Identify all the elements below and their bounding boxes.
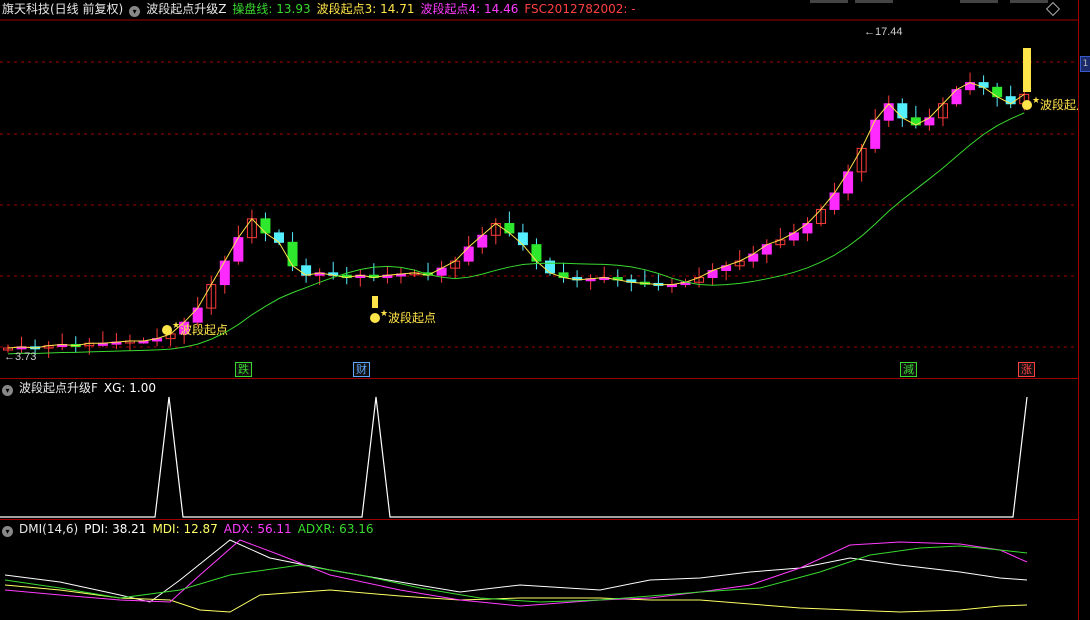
candle-body — [274, 232, 284, 243]
price-axis-strip — [1079, 0, 1090, 620]
ind2-value-2: ADX: 56.11 — [223, 522, 292, 536]
candle-body — [897, 103, 908, 119]
candle-body — [924, 117, 935, 126]
candle-body — [748, 253, 759, 262]
ma-line — [7, 112, 1025, 355]
indicator-name[interactable]: 波段起点升级Z — [146, 2, 226, 16]
event-tag-2[interactable]: 減 — [900, 362, 917, 377]
indicator-menu-icon[interactable]: ▾ — [2, 385, 13, 396]
ind2-value-1: MDI: 12.87 — [152, 522, 218, 536]
candle-body — [463, 246, 474, 262]
signal-star-icon: ★ — [380, 309, 388, 319]
ind1-title[interactable]: 波段起点升级F — [19, 381, 98, 395]
candle-body — [870, 119, 881, 149]
adxr-line — [4, 545, 1028, 603]
candle-body — [788, 232, 799, 241]
ind2-value-0: PDI: 38.21 — [84, 522, 147, 536]
xg-line — [0, 396, 1028, 518]
dmi-indicator-pane[interactable]: ▾ DMI(14,6) PDI: 38.21 MDI: 12.87 ADX: 56.11… — [0, 520, 1078, 620]
signal-star-icon: ★ — [1032, 96, 1040, 106]
indicator-menu-icon[interactable]: ▾ — [129, 6, 141, 17]
main-value-1: 波段起点3: 14.71 — [316, 2, 415, 16]
signal-bag-icon — [162, 325, 172, 335]
candle-body — [910, 117, 921, 126]
toolbar-tab[interactable] — [810, 0, 848, 3]
signal-bar — [372, 296, 378, 308]
toolbar-tab[interactable] — [855, 0, 893, 3]
main-value-2: 波段起点4: 14.46 — [420, 2, 519, 16]
candle-body — [301, 265, 312, 276]
top-toolbar-tabs — [810, 0, 1080, 3]
price-chart-pane[interactable]: ←17.44←3.73★波段起点★波段起点★波段起点 旗天科技(日线 前复权)▾… — [0, 0, 1078, 378]
candle-body — [802, 223, 813, 234]
high-price-label: ←17.44 — [864, 26, 903, 38]
candle-body — [219, 260, 230, 286]
main-value-0: 操盘线: 13.93 — [232, 2, 311, 16]
signal-label: 波段起点 — [388, 310, 436, 325]
indicator-menu-icon[interactable]: ▾ — [2, 526, 13, 537]
candle-body — [951, 89, 962, 105]
xg-signal-chart — [0, 396, 1028, 518]
signal-label: 波段起点 — [1040, 97, 1078, 112]
candle-body — [992, 86, 1003, 98]
candle-body — [531, 244, 542, 262]
candle-body — [287, 241, 298, 267]
event-tag-1[interactable]: 财 — [353, 362, 370, 377]
toolbar-tab[interactable] — [960, 0, 998, 3]
toolbar-tab[interactable] — [1010, 0, 1048, 3]
main-header: 旗天科技(日线 前复权) ▾ 波段起点升级Z 操盘线: 13.93 波段起点3: 14.… — [2, 1, 648, 17]
signal-label: 波段起点 — [180, 322, 228, 337]
candle-body — [260, 218, 271, 234]
mdi-line — [4, 584, 1028, 613]
candle-body — [843, 171, 854, 194]
ind2-header: ▾ DMI(14,6) PDI: 38.21 MDI: 12.87 ADX: 56.11… — [2, 521, 386, 537]
main-value-3: FSC2012782002: - — [524, 2, 636, 16]
candle-body — [233, 237, 244, 262]
ind2-title[interactable]: DMI(14,6) — [19, 522, 78, 536]
candlestick-chart[interactable]: ←17.44←3.73★波段起点★波段起点★波段起点 — [0, 0, 1078, 378]
candle-body — [1005, 96, 1016, 105]
xg-indicator-pane[interactable]: ▾ 波段起点升级F XG: 1.00 — [0, 379, 1078, 519]
candle-body — [829, 192, 840, 210]
signal-bag-icon — [370, 313, 380, 323]
axis-scale-button[interactable]: 1 — [1080, 56, 1090, 72]
ind1-header: ▾ 波段起点升级F XG: 1.00 — [2, 380, 168, 396]
candle-body — [761, 244, 772, 255]
signal-bar — [1023, 48, 1031, 92]
low-price-label: ←3.73 — [4, 351, 36, 363]
event-tag-3[interactable]: 涨 — [1018, 362, 1035, 377]
signal-bag-icon — [1022, 100, 1032, 110]
candle-body — [436, 267, 447, 276]
event-tag-0[interactable]: 跌 — [235, 362, 252, 377]
candle-body — [504, 223, 515, 234]
ind2-value-3: ADXR: 63.16 — [297, 522, 374, 536]
candle-body — [192, 307, 203, 323]
signal-star-icon: ★ — [172, 321, 180, 331]
candle-body — [883, 103, 894, 121]
ind1-value-0: XG: 1.00 — [103, 381, 157, 395]
stock-title: 旗天科技(日线 前复权) — [2, 2, 124, 16]
candle-body — [517, 232, 528, 246]
candle-body — [707, 270, 718, 279]
candle-body — [477, 234, 488, 248]
